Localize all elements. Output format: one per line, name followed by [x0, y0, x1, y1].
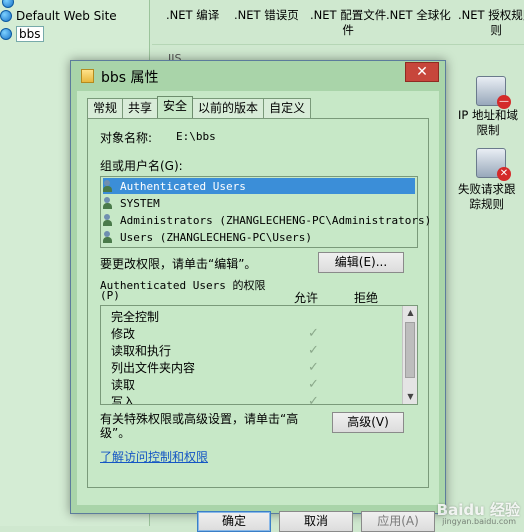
perm-modify: 修改	[111, 327, 136, 341]
feature-net-config[interactable]: .NET 配置文件 件	[310, 8, 386, 38]
deny-header: 拒绝	[354, 291, 379, 305]
security-panel: 对象名称: E:\bbs 组或用户名(G): Authenticated Use…	[87, 118, 431, 488]
perm-title-line1: Authenticated Users 的权限	[100, 279, 266, 292]
check-icon: ✓	[308, 394, 319, 405]
advanced-button[interactable]: 高级(V)	[332, 412, 404, 433]
feature-ip-restrictions[interactable]: IP 地址和域 限制	[458, 108, 518, 138]
tree-item-label: bbs	[16, 26, 44, 42]
feature-label: 失败请求跟	[458, 182, 516, 196]
perm-title-line2: (P)	[100, 289, 120, 302]
dialog-titlebar[interactable]: bbs 属性 ✕	[71, 61, 445, 91]
permissions-scrollbar[interactable]: ▲ ▼	[402, 306, 417, 404]
access-control-help-link[interactable]: 了解访问控制和权限	[100, 448, 208, 465]
globe-icon	[0, 28, 12, 40]
globe-icon	[2, 0, 14, 8]
dialog-client: 常规 共享 安全 以前的版本 自定义 对象名称: E:\bbs 组或用户名(G)…	[77, 91, 439, 532]
watermark-url: jingyan.baidu.com	[442, 517, 516, 526]
error-icon: ✕	[497, 167, 511, 181]
feature-net-error-pages[interactable]: .NET 错误页	[234, 8, 299, 23]
object-name-label: 对象名称:	[100, 131, 153, 145]
scroll-down-icon[interactable]: ▼	[403, 390, 417, 404]
scroll-up-icon[interactable]: ▲	[403, 306, 417, 320]
feature-label: .NET 配置文件	[310, 8, 387, 22]
check-icon: ✓	[308, 377, 319, 392]
globe-icon	[0, 10, 12, 22]
tab-customize[interactable]: 自定义	[263, 98, 312, 118]
scroll-thumb[interactable]	[405, 322, 415, 378]
tab-previous-versions[interactable]: 以前的版本	[192, 98, 265, 118]
feature-failed-request-tracing[interactable]: 失败请求跟 踪规则	[458, 182, 516, 212]
block-icon: —	[497, 95, 511, 109]
special-hint-line2: 级”。	[100, 426, 131, 440]
section-divider	[152, 44, 524, 45]
properties-dialog: bbs 属性 ✕ 常规 共享 安全 以前的版本 自定义 对象名称: E:\bbs…	[70, 60, 446, 532]
feature-label-line2: 踪规则	[469, 197, 505, 211]
perm-write: 写入	[111, 395, 136, 405]
failed-request-tracing-icon[interactable]: ✕	[476, 148, 511, 181]
list-item-system[interactable]: SYSTEM	[103, 195, 415, 211]
feature-net-authorization[interactable]: .NET 授权规则 则	[458, 8, 524, 38]
folder-icon	[81, 69, 94, 83]
tab-security[interactable]: 安全	[157, 96, 194, 118]
tab-general[interactable]: 常规	[87, 98, 124, 118]
feature-net-compile[interactable]: .NET 编译	[166, 8, 219, 23]
user-group-icon	[103, 231, 117, 243]
perm-list-folder: 列出文件夹内容	[111, 361, 196, 375]
tree-item-label: Default Web Site	[16, 9, 117, 23]
feature-label: IP 地址和域	[458, 108, 518, 122]
list-item-label: Authenticated Users	[120, 179, 246, 193]
groups-label: 组或用户名(G):	[100, 159, 183, 173]
ip-restrictions-icon[interactable]: —	[476, 76, 511, 109]
perm-read-execute: 读取和执行	[111, 344, 172, 358]
apply-button[interactable]: 应用(A)	[361, 511, 435, 532]
change-hint: 要更改权限，请单击“编辑”。	[100, 257, 257, 271]
permissions-list[interactable]: 完全控制 修改 ✓ 读取和执行 ✓ 列出文件夹内容 ✓ 读取 ✓ 写入 ✓ ▲ …	[100, 305, 418, 405]
ok-button[interactable]: 确定	[197, 511, 271, 532]
check-icon: ✓	[308, 360, 319, 375]
list-item-label: SYSTEM	[120, 196, 160, 210]
allow-header: 允许	[294, 291, 319, 305]
feature-label: .NET 授权规则	[458, 8, 524, 22]
user-group-icon	[103, 180, 117, 192]
close-button[interactable]: ✕	[405, 62, 439, 82]
feature-label: .NET 全球化	[386, 8, 451, 22]
feature-net-globalization[interactable]: .NET 全球化	[386, 8, 451, 23]
perm-read: 读取	[111, 378, 136, 392]
feature-label: .NET 编译	[166, 8, 220, 22]
user-group-icon	[103, 214, 117, 226]
feature-label-line2: 限制	[476, 123, 500, 137]
cancel-button[interactable]: 取消	[279, 511, 353, 532]
object-name-value: E:\bbs	[176, 130, 216, 143]
perm-full-control: 完全控制	[111, 310, 160, 324]
edit-button[interactable]: 编辑(E)...	[318, 252, 404, 273]
users-listbox[interactable]: Authenticated Users SYSTEM Administrator…	[100, 176, 431, 248]
tree-item-default-web-site[interactable]: Default Web Site	[0, 8, 117, 24]
tab-strip: 常规 共享 安全 以前的版本 自定义	[87, 96, 312, 118]
tab-sharing[interactable]: 共享	[122, 98, 159, 118]
list-item-label: Users (ZHANGLECHENG-PC\Users)	[120, 230, 313, 244]
check-icon: ✓	[308, 326, 319, 341]
feature-label-line2: 则	[490, 23, 502, 37]
dialog-title: bbs 属性	[101, 70, 159, 86]
list-item-users[interactable]: Users (ZHANGLECHENG-PC\Users)	[103, 229, 415, 245]
list-item-label: Administrators (ZHANGLECHENG-PC\Administ…	[120, 213, 432, 227]
list-item-authenticated-users[interactable]: Authenticated Users	[103, 178, 415, 194]
feature-label-line2: 件	[342, 23, 354, 37]
list-item-administrators[interactable]: Administrators (ZHANGLECHENG-PC\Administ…	[103, 212, 431, 228]
check-icon: ✓	[308, 343, 319, 358]
tree-item-bbs[interactable]: bbs	[0, 26, 44, 42]
feature-label: .NET 错误页	[234, 8, 299, 22]
user-group-icon	[103, 197, 117, 209]
